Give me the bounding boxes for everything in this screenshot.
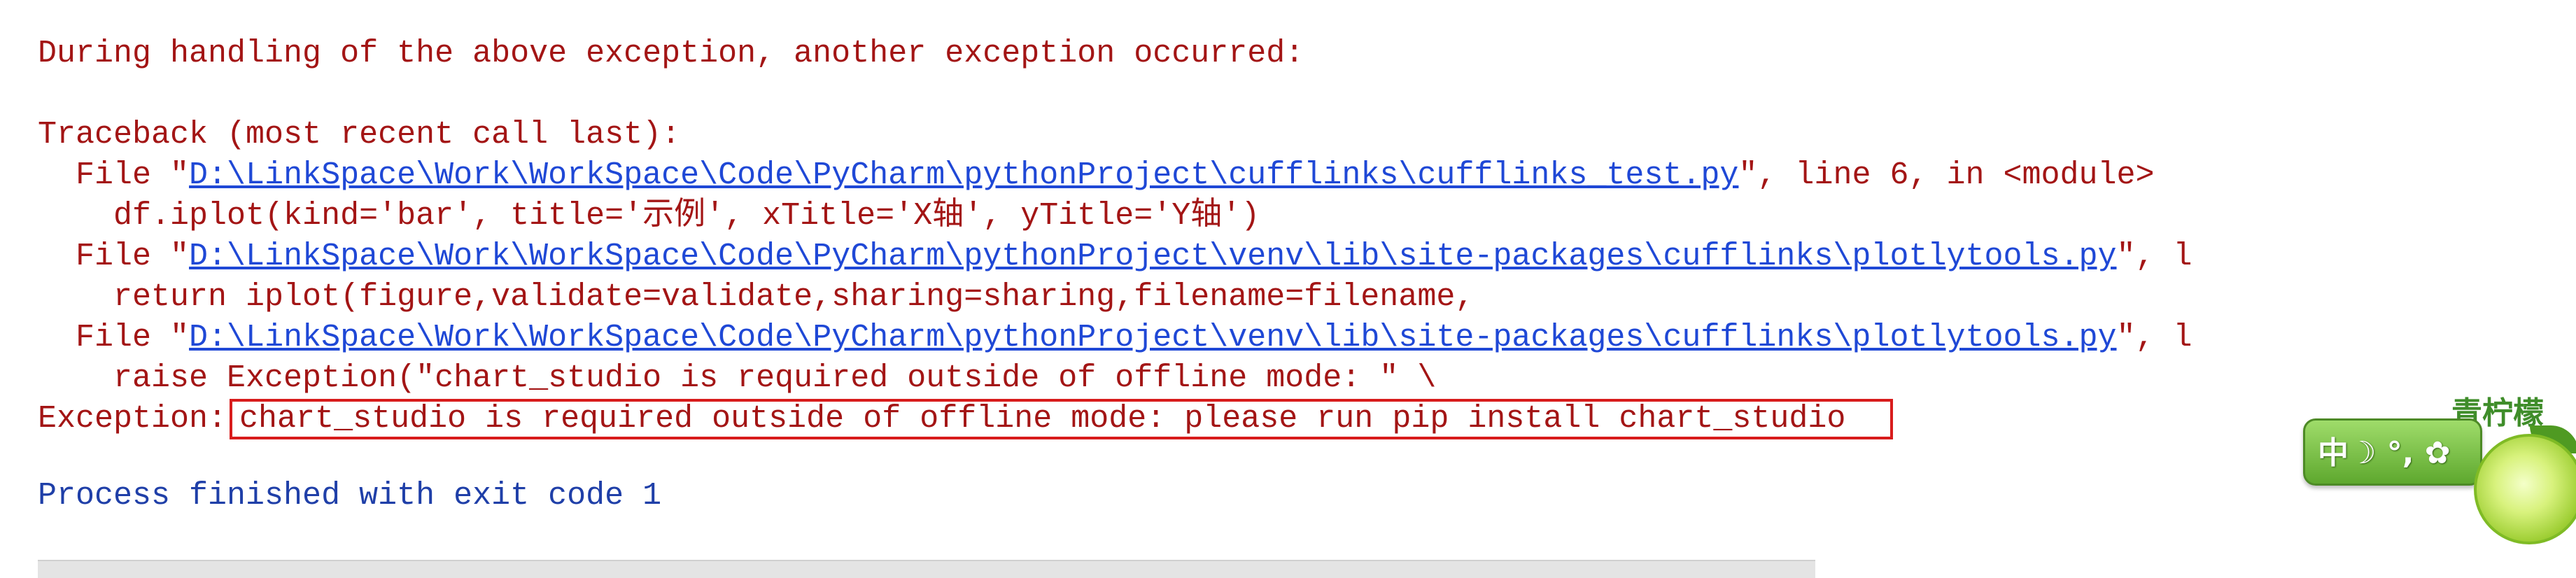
ime-toolbar[interactable]: 中☽ °, ✿: [2303, 418, 2482, 486]
traceback-code-line-3: raise Exception("chart_studio is require…: [38, 360, 1437, 396]
exception-label: Exception:: [38, 401, 227, 437]
ime-mode-indicator[interactable]: 中☽ °, ✿: [2318, 428, 2451, 472]
exception-line: Exception: chart_studio is required outsi…: [38, 399, 1894, 439]
frame-prefix: File ": [38, 157, 190, 193]
traceback-code-line-2: return iplot(figure,validate=validate,sh…: [38, 279, 1474, 315]
frame-prefix: File ": [38, 239, 190, 274]
horizontal-scrollbar[interactable]: [38, 560, 1815, 578]
traceback-frame-1: File "D:\LinkSpace\Work\WorkSpace\Code\P…: [38, 155, 2155, 196]
ime-status-widget[interactable]: 青柠檬 中☽ °, ✿: [2299, 388, 2576, 550]
exception-chain-message: During handling of the above exception, …: [38, 36, 1304, 71]
frame-suffix: ", l: [2116, 239, 2193, 274]
traceback-file-link[interactable]: D:\LinkSpace\Work\WorkSpace\Code\PyCharm…: [189, 157, 1738, 193]
highlighted-exception-message: chart_studio is required outside of offl…: [230, 399, 1894, 439]
lime-logo-icon: [2474, 434, 2576, 544]
traceback-file-link[interactable]: D:\LinkSpace\Work\WorkSpace\Code\PyCharm…: [189, 320, 2116, 355]
traceback-code-line-1: df.iplot(kind='bar', title='示例', xTitle=…: [38, 198, 1260, 234]
frame-suffix: ", l: [2116, 320, 2193, 355]
traceback-frame-2: File "D:\LinkSpace\Work\WorkSpace\Code\P…: [38, 237, 2193, 277]
traceback-file-link[interactable]: D:\LinkSpace\Work\WorkSpace\Code\PyCharm…: [189, 239, 2116, 274]
process-finished-message: Process finished with exit code 1: [38, 478, 662, 514]
frame-prefix: File ": [38, 320, 190, 355]
run-console-output: During handling of the above exception, …: [0, 0, 2576, 578]
frame-suffix: ", line 6, in <module>: [1738, 157, 2155, 193]
traceback-header: Traceback (most recent call last):: [38, 117, 681, 153]
traceback-frame-3: File "D:\LinkSpace\Work\WorkSpace\Code\P…: [38, 318, 2193, 358]
